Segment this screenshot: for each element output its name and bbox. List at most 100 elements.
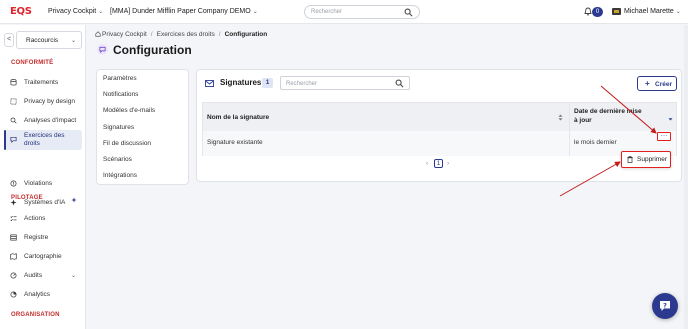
table-icon [10,234,17,241]
chevron-down-icon: ⌄ [98,9,104,15]
module-dropdown-label: Privacy Cockpit [48,8,97,15]
sort-icon[interactable] [558,114,563,121]
signatures-search-input[interactable]: Rechercher [280,76,410,90]
sidebar-item-actions[interactable]: Actions [4,211,82,226]
user-menu[interactable]: Michael Marette ⌄ [624,8,681,15]
alert-circle-icon [10,180,17,187]
search-placeholder: Rechercher [286,80,318,87]
envelope-icon [205,80,214,87]
vertical-scrollbar[interactable] [684,25,688,329]
checklist-icon [10,215,17,222]
signatures-panel: Signatures 1 Rechercher + Créer Nom de l… [196,69,682,182]
search-icon[interactable] [404,8,413,17]
breadcrumb: Privacy Cockpit / Exercices des droits / Con… [95,31,267,38]
page-title: Configuration [113,43,192,57]
home-icon [95,31,101,37]
notifications-badge[interactable]: 0 [592,7,603,17]
section-organisation: ORGANISATION [11,312,60,318]
sidebar-item-violations[interactable]: Violations [4,176,82,191]
trash-icon [627,156,633,163]
signatures-table: Nom de la signature Date de dernière mis… [202,102,677,156]
create-button-label: Créer [655,81,672,88]
section-pilotage: PILOTAGE [11,195,43,201]
column-header-name[interactable]: Nom de la signature [203,103,569,131]
gauge-icon [10,272,17,279]
sidebar-item-audits[interactable]: Audits ⌄ [4,268,82,283]
global-search-placeholder: Rechercher [311,9,343,15]
row-actions-menu: Supprimer [621,151,671,168]
sidebar-item-label: Analytics [24,291,51,298]
user-name: Michael Marette [624,8,674,15]
sidebar-item-label: Privacy by design [24,98,75,105]
plus-icon: + [645,79,650,88]
bell-icon[interactable] [584,7,592,16]
sidebar-item-label: Actions [24,215,46,222]
settings-item-modeles-emails[interactable]: Modèles d'e-mails [103,107,155,114]
top-bar: EQS Privacy Cockpit ⌄ [MMA] Dunder Miffli… [0,0,688,24]
delete-menu-item[interactable]: Supprimer [637,156,667,163]
breadcrumb-current: Configuration [224,31,268,38]
sidebar-item-label: Traitements [24,79,59,86]
company-dropdown[interactable]: [MMA] Dunder Mifflin Paper Company DEMO ⌄ [110,8,258,15]
previous-page-button[interactable]: ‹ [426,160,428,167]
page-1-button[interactable]: 1 [434,159,443,168]
column-header-updated[interactable]: Date de dernière mise à jour [569,103,676,131]
sidebar-item-traitements[interactable]: Traitements [4,75,82,90]
settings-item-notifications[interactable]: Notifications [103,91,138,98]
search-icon [10,117,17,124]
collapse-sidebar-button[interactable]: < [4,33,14,47]
sidebar-item-label: Analyses d'impact [24,117,77,124]
breadcrumb-home[interactable]: Privacy Cockpit [102,31,147,38]
updated-date-cell: le mois dernier [574,139,617,146]
question-chat-icon: ? [660,301,670,311]
new-sparkle-icon [71,197,77,203]
eqs-logo[interactable]: EQS [10,6,34,18]
count-badge: 1 [262,78,273,88]
sidebar-item-label: Registre [24,234,49,241]
sidebar-item-analyses-impact[interactable]: Analyses d'impact [4,113,82,128]
panel-title: Signatures [220,78,262,87]
pie-chart-icon [10,291,17,298]
sidebar-item-cartographie[interactable]: Cartographie [4,249,82,264]
shortcuts-label: Raccourcis [26,37,59,44]
dashed-square-icon [10,98,17,105]
sidebar-item-registre[interactable]: Registre [4,230,82,245]
chevron-down-icon: ⌄ [70,38,76,44]
signature-name-cell: Signature existante [207,139,263,146]
module-dropdown[interactable]: Privacy Cockpit ⌄ [48,8,103,15]
sidebar-item-label: Audits [24,272,43,279]
company-dropdown-label: [MMA] Dunder Mifflin Paper Company DEMO [110,8,251,15]
sidebar: < Raccourcis ⌄ CONFORMITÉ Traitements Pr… [0,25,86,329]
map-icon [10,253,17,260]
sidebar-item-exercices-droits[interactable]: Exercices des droits [4,130,82,150]
settings-item-signatures[interactable]: Signatures [103,124,134,131]
create-button[interactable]: + Créer [637,76,677,91]
chevron-down-icon: ⌄ [252,9,258,15]
breadcrumb-separator: / [150,31,153,38]
database-icon [10,79,17,86]
search-icon[interactable] [395,79,404,88]
chat-bubble-icon [97,44,108,55]
column-header-label: Date de dernière mise à jour [574,108,642,124]
help-chat-button[interactable]: ? [652,293,678,319]
breadcrumb-parent[interactable]: Exercices des droits [157,31,215,38]
settings-item-parametres[interactable]: Paramètres [103,75,137,82]
settings-item-scenarios[interactable]: Scénarios [103,156,132,163]
sidebar-item-privacy-by-design[interactable]: Privacy by design [4,94,82,109]
row-actions-button[interactable]: … [657,131,671,141]
sort-icon[interactable] [668,114,673,121]
shortcuts-dropdown[interactable]: Raccourcis ⌄ [16,31,82,49]
settings-nav: Paramètres Notifications Modèles d'e-mai… [96,69,189,185]
sidebar-item-label: Cartographie [24,253,62,260]
breadcrumb-separator: / [218,31,221,38]
svg-text:?: ? [663,301,667,309]
chevron-down-icon: ⌄ [675,9,681,15]
chevron-down-icon: ⌄ [70,273,76,279]
next-page-button[interactable]: › [447,160,449,167]
sidebar-item-analytics[interactable]: Analytics [4,287,82,302]
global-search-input[interactable]: Rechercher [304,5,420,19]
column-header-label: Nom de la signature [207,114,270,121]
settings-item-integrations[interactable]: Intégrations [103,172,137,179]
table-row[interactable]: Signature existante [203,131,569,156]
settings-item-fil-discussion[interactable]: Fil de discussion [103,140,151,147]
